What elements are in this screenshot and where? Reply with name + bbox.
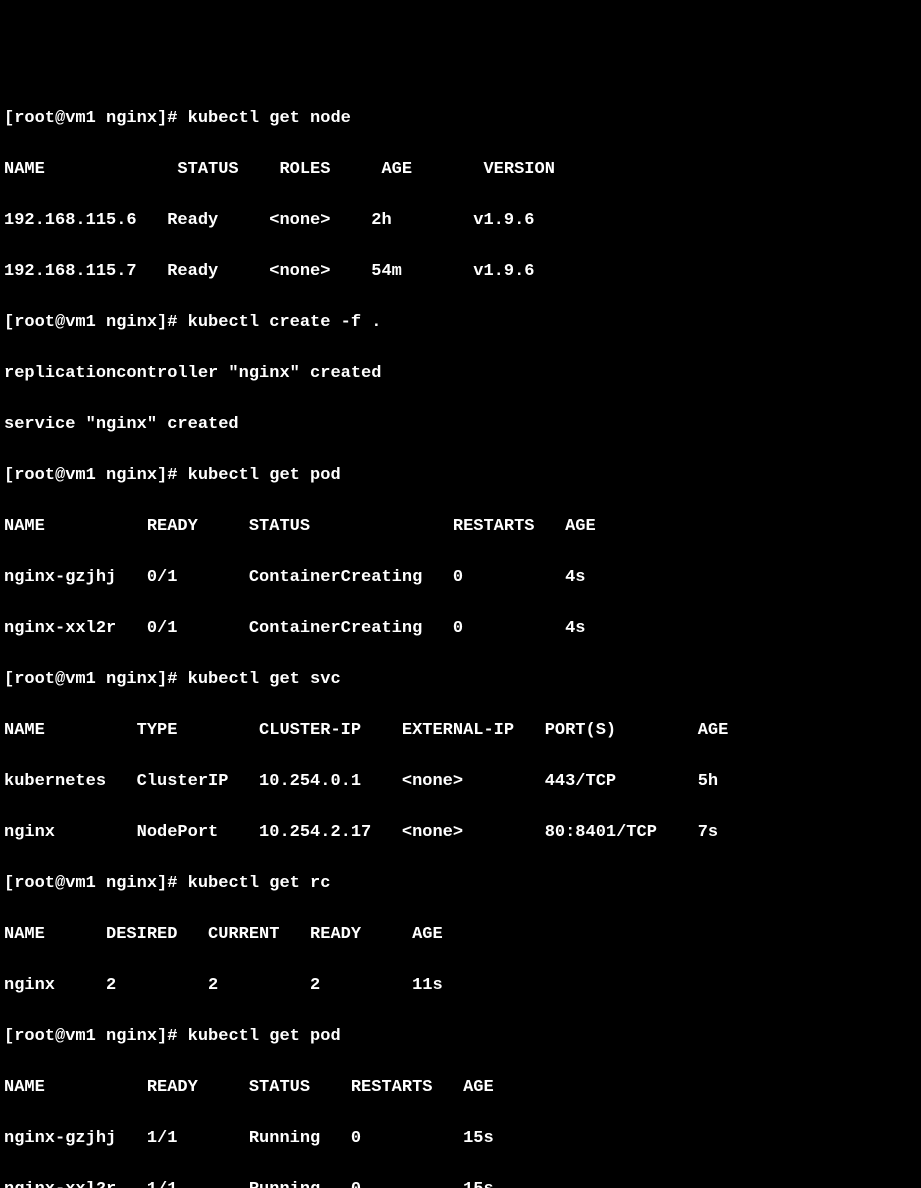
table-row: kubernetes ClusterIP 10.254.0.1 <none> 4… [4,769,917,795]
table-row: nginx-xxl2r 1/1 Running 0 15s [4,1177,917,1188]
table-row: 192.168.115.7 Ready <none> 54m v1.9.6 [4,259,917,285]
command-text: kubectl get rc [188,874,331,893]
svc-header: NAME TYPE CLUSTER-IP EXTERNAL-IP PORT(S)… [4,718,917,744]
output-line: replicationcontroller "nginx" created [4,361,917,387]
command-line-2: [root@vm1 nginx]# kubectl create -f . [4,310,917,336]
table-row: nginx 2 2 2 11s [4,973,917,999]
shell-prompt: [root@vm1 nginx]# [4,313,188,332]
command-text: kubectl get svc [188,670,341,689]
nodes-header: NAME STATUS ROLES AGE VERSION [4,157,917,183]
shell-prompt: [root@vm1 nginx]# [4,466,188,485]
table-row: nginx NodePort 10.254.2.17 <none> 80:840… [4,820,917,846]
shell-prompt: [root@vm1 nginx]# [4,109,188,128]
command-text: kubectl get pod [188,1027,341,1046]
shell-prompt: [root@vm1 nginx]# [4,874,188,893]
rc-header: NAME DESIRED CURRENT READY AGE [4,922,917,948]
table-row: nginx-gzjhj 0/1 ContainerCreating 0 4s [4,565,917,591]
pods2-header: NAME READY STATUS RESTARTS AGE [4,1075,917,1101]
command-text: kubectl get pod [188,466,341,485]
shell-prompt: [root@vm1 nginx]# [4,1027,188,1046]
shell-prompt: [root@vm1 nginx]# [4,670,188,689]
output-line: service "nginx" created [4,412,917,438]
command-line-3: [root@vm1 nginx]# kubectl get pod [4,463,917,489]
table-row: nginx-xxl2r 0/1 ContainerCreating 0 4s [4,616,917,642]
command-text: kubectl create -f . [188,313,382,332]
command-line-6: [root@vm1 nginx]# kubectl get pod [4,1024,917,1050]
table-row: 192.168.115.6 Ready <none> 2h v1.9.6 [4,208,917,234]
table-row: nginx-gzjhj 1/1 Running 0 15s [4,1126,917,1152]
command-line-4: [root@vm1 nginx]# kubectl get svc [4,667,917,693]
pods1-header: NAME READY STATUS RESTARTS AGE [4,514,917,540]
command-line-1: [root@vm1 nginx]# kubectl get node [4,106,917,132]
command-line-5: [root@vm1 nginx]# kubectl get rc [4,871,917,897]
command-text: kubectl get node [188,109,351,128]
